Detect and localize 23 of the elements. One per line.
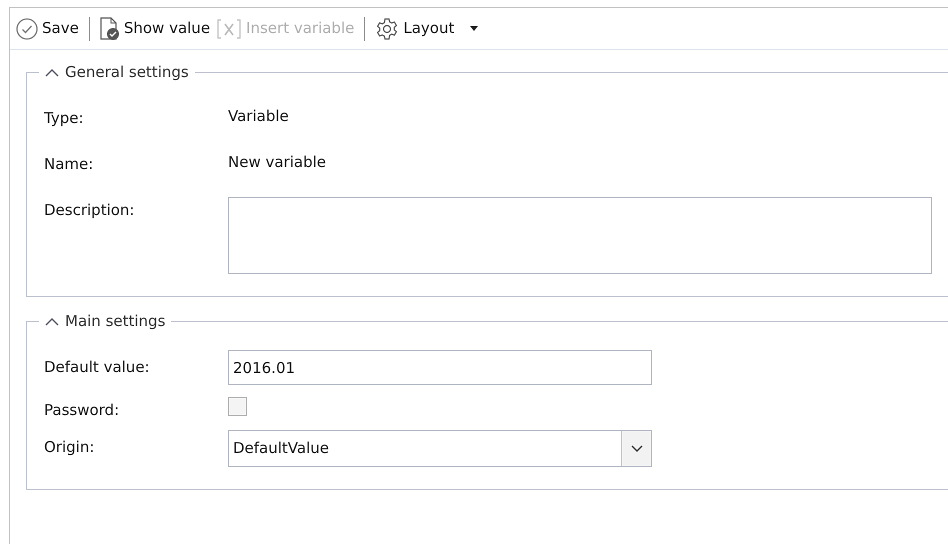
- origin-dropdown[interactable]: DefaultValue: [228, 430, 652, 466]
- gear-icon: [375, 16, 400, 40]
- password-checkbox[interactable]: [228, 397, 247, 416]
- field-label: Name:: [44, 154, 94, 175]
- field-value: Variable: [228, 106, 289, 127]
- layout-menu-button[interactable]: Layout: [375, 12, 478, 44]
- save-button[interactable]: Save: [16, 12, 79, 44]
- description-field[interactable]: [228, 197, 932, 274]
- check-circle-icon: [16, 18, 38, 40]
- input-field[interactable]: 2016.01: [228, 350, 652, 385]
- dropdown-caret-icon: [470, 26, 478, 31]
- field-label: Description:: [44, 200, 136, 221]
- variable-x-icon: [216, 18, 242, 40]
- document-check-icon: [100, 16, 120, 40]
- field-value: New variable: [228, 152, 326, 173]
- field-label: Password:: [44, 400, 120, 421]
- field-label: Origin:: [44, 436, 96, 458]
- show-value-button[interactable]: Show value: [100, 12, 210, 44]
- field-label: Type:: [44, 108, 85, 129]
- chevron-down-icon: [630, 444, 642, 452]
- field-label: Default value:: [44, 357, 151, 378]
- chevron-up-icon: [45, 68, 59, 77]
- chevron-up-icon: [45, 316, 59, 326]
